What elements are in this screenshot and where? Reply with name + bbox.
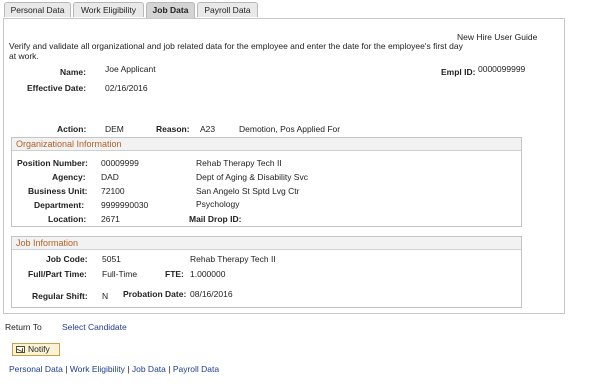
bottom-link-job-data[interactable]: Job Data [132,364,166,374]
job-information-header: Job Information [12,237,521,250]
effective-date-label: Effective Date: [27,83,87,93]
link-separator: | [165,364,173,374]
agency-label: Agency: [52,172,86,182]
job-code-label: Job Code: [46,254,88,264]
position-description: Rehab Therapy Tech II [196,158,282,168]
job-information-group: Job Information Job Code: 5051 Rehab The… [11,236,522,308]
instructions-text: Verify and validate all organizational a… [9,41,463,61]
organizational-information-group: Organizational Information Position Numb… [11,137,522,227]
full-part-time-value: Full-Time [102,269,138,279]
return-to-label: Return To [5,322,42,332]
agency-description: Dept of Aging & Disability Svc [196,172,308,182]
action-value: DEM [105,124,124,134]
tab-payroll-data[interactable]: Payroll Data [197,2,258,17]
position-number-value: 00009999 [101,158,139,168]
reason-description: Demotion, Pos Applied For [239,124,341,134]
department-value: 9999990030 [101,200,149,210]
bottom-page-links: Personal Data | Work Eligibility | Job D… [9,364,219,374]
agency-value: DAD [101,172,119,182]
bottom-link-personal-data[interactable]: Personal Data [9,364,63,374]
new-hire-user-guide-link[interactable]: New Hire User Guide [457,32,537,42]
probation-date-value: 08/16/2016 [190,289,233,299]
tab-personal-data[interactable]: Personal Data [4,2,71,17]
regular-shift-value: N [102,291,109,301]
emplid-label: Empl ID: [441,67,476,77]
bottom-link-payroll-data[interactable]: Payroll Data [173,364,219,374]
job-code-description: Rehab Therapy Tech II [190,254,276,264]
department-description: Psychology [196,199,240,209]
job-code-value: 5051 [102,254,121,264]
department-label: Department: [34,200,85,210]
reason-code: A23 [200,124,216,134]
reason-label: Reason: [156,124,190,134]
regular-shift-label: Regular Shift: [32,291,88,301]
business-unit-label: Business Unit: [28,186,88,196]
action-label: Action: [57,124,87,134]
name-value: Joe Applicant [105,64,156,74]
select-candidate-link[interactable]: Select Candidate [62,322,127,332]
location-value: 2671 [101,214,120,224]
fte-label: FTE: [165,269,184,279]
location-label: Location: [48,214,87,224]
tab-job-data[interactable]: Job Data [146,2,195,19]
link-separator: | [124,364,132,374]
fte-value: 1.000000 [190,269,226,279]
tab-work-eligibility[interactable]: Work Eligibility [73,2,144,17]
business-unit-description: San Angelo St Sptd Lvg Ctr [196,186,300,196]
business-unit-value: 72100 [101,186,125,196]
name-label: Name: [60,67,86,77]
notify-button-label: Notify [28,344,50,354]
effective-date-value: 02/16/2016 [105,83,148,93]
organizational-information-header: Organizational Information [12,138,521,151]
probation-date-label: Probation Date: [123,289,187,299]
mail-drop-id-label: Mail Drop ID: [189,214,242,224]
link-separator: | [62,364,70,374]
full-part-time-label: Full/Part Time: [28,269,87,279]
bottom-link-work-eligibility[interactable]: Work Eligibility [70,364,125,374]
notify-icon [16,346,25,353]
job-data-panel: New Hire User Guide Verify and validate … [3,18,565,314]
position-number-label: Position Number: [17,158,88,168]
emplid-value: 0000099999 [478,64,526,74]
notify-button[interactable]: Notify [12,343,60,356]
